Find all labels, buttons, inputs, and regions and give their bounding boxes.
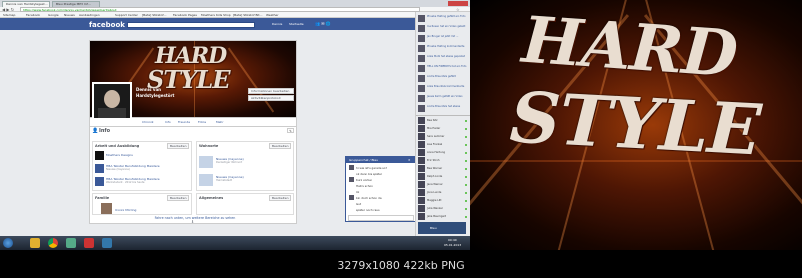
ticker-item[interactable]: Jan Bruger ist jetzt mit … (418, 34, 470, 44)
chat-message: Kurz vorbei (356, 178, 372, 182)
wallpaper-style-text: STYLE (507, 75, 763, 172)
info-section: 👤 Info ✎ Arbeit und Ausbildung Bearbeite… (89, 126, 297, 224)
chat-contact[interactable]: Bea Werner (418, 165, 470, 173)
residence-card: Wohnorte Bearbeiten Nieuwe (Cayenne) Der… (196, 141, 294, 191)
work-item-sub: Werkstudent · 2012 bis heute (106, 181, 145, 184)
chat-popup[interactable]: Bleu (418, 222, 466, 234)
family-card: Familie Bearbeiten Uxxxx Mörling (92, 193, 192, 215)
chat-contact[interactable]: Lisa Frankel (418, 141, 470, 149)
activity-log-button[interactable]: Aktivitätenprotokoll (248, 95, 294, 101)
close-icon[interactable]: ✕ (408, 157, 411, 163)
family-edit-button[interactable]: Bearbeiten (167, 195, 190, 201)
ticker-item[interactable]: Andre Braunfels gefällt (418, 74, 470, 84)
edit-info-button[interactable]: Informationen bearbeiten (248, 88, 294, 94)
chat-contact[interactable]: Julia Wenzel (418, 205, 470, 213)
tab-photos[interactable]: Fotos (198, 120, 206, 124)
arrow-down-icon: ⬇ (191, 219, 195, 224)
chat-contact[interactable]: Maggie Litt (418, 197, 470, 205)
residence-heading: Wohnorte (199, 144, 219, 148)
ticker-item[interactable]: Jessie Karm gefällt ein Video (418, 94, 470, 104)
tab-more[interactable]: Mehr (216, 120, 224, 124)
nav-link-home[interactable]: Startseite (289, 22, 304, 26)
work-item-title[interactable]: Moethers Designs (106, 153, 186, 157)
chat-contact[interactable]: Ralph Linde (418, 173, 470, 181)
facebook-search-input[interactable] (127, 22, 255, 28)
info-heading: Info (99, 128, 111, 134)
profile-name-line1[interactable]: Dennis van (136, 87, 161, 92)
app-taskbar-icon[interactable] (84, 238, 94, 248)
work-card: Arbeit und Ausbildung Bearbeiten Moether… (92, 141, 192, 191)
ticker-item[interactable]: Ina Rosen hat ein Video geteilt (418, 24, 470, 34)
avatar (104, 90, 120, 108)
profile-name-line2[interactable]: Hardstylegestört (136, 93, 174, 98)
chat-message: Gut (356, 202, 362, 206)
ticker-item[interactable]: Anke Mutz hat etwas gepostet (418, 54, 470, 64)
chat-contact[interactable]: Jalia Baumgart (418, 213, 470, 221)
details-heading: Allgemeines (199, 196, 224, 200)
work-item-sub: Nieuwe (Cayenne) (106, 168, 130, 171)
chat-message: bin doch schon da (356, 196, 382, 200)
details-edit-button[interactable]: Bearbeiten (269, 195, 292, 201)
chat-window[interactable]: Gruppenchat / Bleu ✕ hi wie ist's gerade… (345, 156, 417, 222)
info-icon: 👤 (92, 128, 99, 134)
chat-message: lol (356, 190, 360, 194)
clock-time[interactable]: 00:40 (448, 238, 457, 242)
profile-picture[interactable] (92, 82, 132, 122)
image-caption: 3279x1080 422kb PNG (337, 259, 465, 272)
ticker-item[interactable]: HELL ON FIREBOYS hat ein Foto (418, 64, 470, 74)
app-taskbar-icon[interactable] (102, 238, 112, 248)
chat-message: später noch raus (356, 208, 380, 212)
chat-title[interactable]: Gruppenchat / Bleu (346, 157, 416, 163)
residence-item-sub: Derzeitiger Wohnort (216, 161, 243, 164)
ticker-item[interactable]: Phoebe Halting kommentierte (418, 44, 470, 54)
work-edit-button[interactable]: Bearbeiten (167, 143, 190, 149)
residence-edit-button[interactable]: Bearbeiten (269, 143, 292, 149)
right-sidebar: Phoebe Halting gefällt ein Foto Ina Rose… (415, 12, 471, 236)
chat-message: hi wie ist's gerade so? (356, 166, 387, 170)
chat-input[interactable] (348, 215, 414, 221)
tab-timeline[interactable]: Chronik (142, 120, 153, 124)
desktop-wallpaper: HARD STYLE (470, 0, 802, 250)
chat-contact[interactable]: Sara Lemmer (418, 133, 470, 141)
chat-contact[interactable]: Bea Sitz (418, 117, 470, 125)
ticker-item[interactable]: Phoebe Halting gefällt ein Foto (418, 14, 470, 24)
chat-contact[interactable]: Eric Stroh (418, 157, 470, 165)
start-button[interactable] (3, 238, 13, 248)
tab-friends[interactable]: Freunde (178, 120, 190, 124)
explorer-taskbar-icon[interactable] (30, 238, 40, 248)
edit-pencil-icon[interactable]: ✎ (287, 128, 294, 133)
chat-message: Hab's schon (356, 184, 373, 188)
windows-taskbar: 00:40 05.01.2013 (0, 236, 470, 250)
chat-contact[interactable]: Anna Hartung (418, 149, 470, 157)
scroll-hint-link[interactable]: Fahre nach unten, um weitere Bereiche zu… (130, 216, 260, 220)
work-heading: Arbeit und Ausbildung (95, 144, 140, 148)
ticker-item[interactable]: Andre Braunfels hat etwas (418, 104, 470, 114)
chat-contact[interactable]: Mia Heder (418, 125, 470, 133)
nav-link-profile[interactable]: Dennis (272, 22, 282, 26)
clock-date[interactable]: 05.01.2013 (444, 243, 461, 247)
family-heading: Familie (95, 196, 110, 200)
details-card: Allgemeines Bearbeiten (196, 193, 294, 215)
family-member[interactable]: Uxxxx Mörling (115, 208, 185, 212)
tab-strip: Dennis van Hardstylegest… Bleu Prestige … (0, 0, 470, 7)
chat-contact[interactable]: Jana Werner (418, 181, 470, 189)
facebook-logo[interactable]: facebook (89, 21, 125, 29)
residence-item-sub: Heimatstadt (216, 179, 233, 182)
ticker-item[interactable]: Anke Braunfels kommentierte (418, 84, 470, 94)
tab-info[interactable]: Info (165, 120, 171, 124)
chat-contact[interactable]: Jona Lunde (418, 189, 470, 197)
chrome-taskbar-icon[interactable] (48, 238, 58, 248)
friend-requests-icon[interactable]: 👥 ✉ 🌐 (315, 21, 331, 26)
media-taskbar-icon[interactable] (66, 238, 76, 248)
chat-message: ok dann bis später (356, 172, 382, 176)
window-controls[interactable] (448, 1, 468, 6)
